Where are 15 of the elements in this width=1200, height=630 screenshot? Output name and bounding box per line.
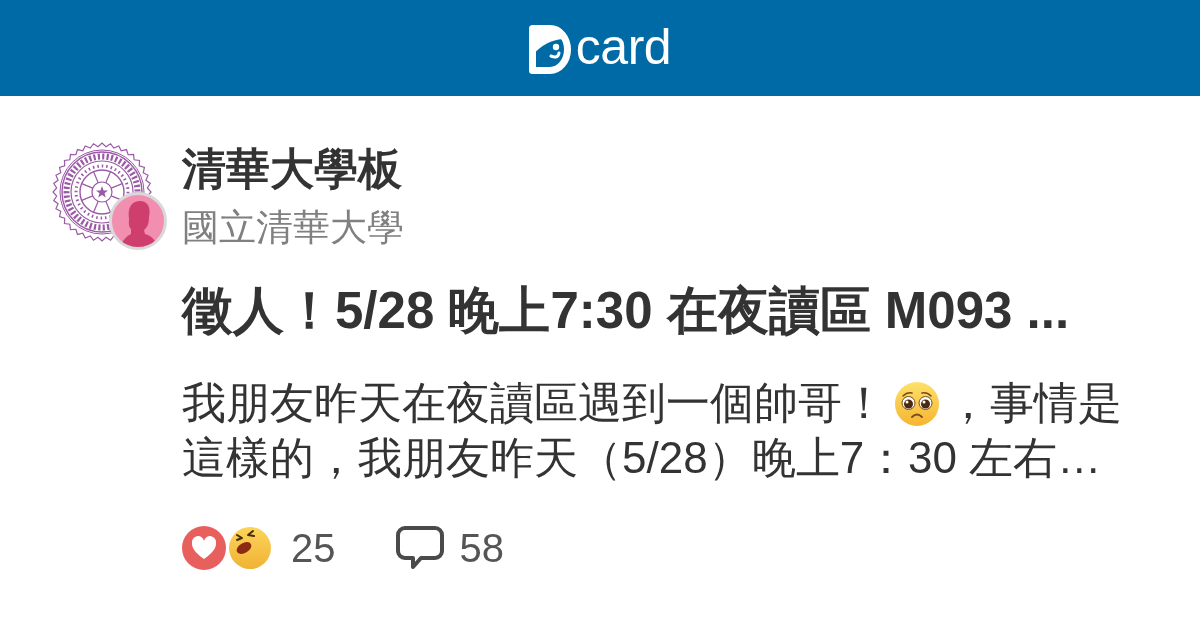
laughing-face-icon xyxy=(228,526,272,570)
comment-count: 58 xyxy=(459,525,504,572)
user-avatar-icon xyxy=(109,192,167,250)
excerpt-text: 這樣的，我朋友昨天（5/28）晚上7：30 左右… xyxy=(182,432,1102,484)
excerpt-text: 我朋友昨天在夜讀區遇到一個帥哥！ xyxy=(182,377,886,429)
board-name: 清華大學板 xyxy=(182,143,402,195)
post-title: 徵人！5/28 晚上7:30 在夜讀區 M093 ... xyxy=(182,281,1070,341)
heart-reaction-icon xyxy=(182,526,226,570)
excerpt-text: ，事情是 xyxy=(946,377,1122,429)
pleading-face-emoji-icon xyxy=(894,380,940,427)
logo-icon xyxy=(528,24,571,74)
logo-text: card xyxy=(575,22,672,72)
speech-bubble-icon xyxy=(394,525,445,571)
school-name: 國立清華大學 xyxy=(182,206,404,250)
reaction-count: 25 xyxy=(291,525,336,572)
